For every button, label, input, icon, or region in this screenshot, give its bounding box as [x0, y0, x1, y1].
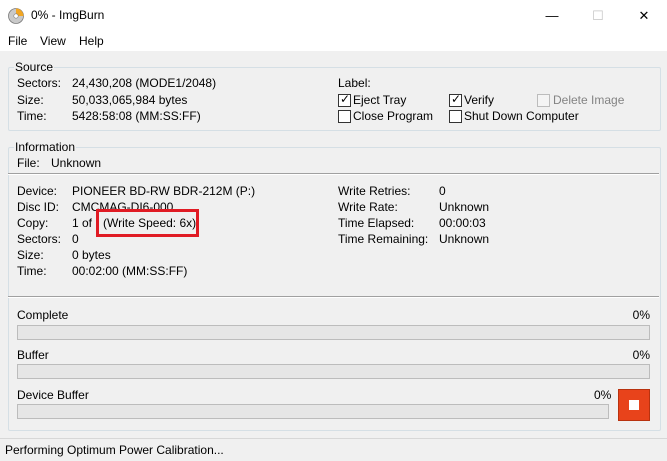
- maximize-icon: ☐: [592, 8, 604, 23]
- delete-image-checkbox[interactable]: [537, 94, 550, 107]
- shut-down-computer-label[interactable]: Shut Down Computer: [464, 109, 579, 123]
- label-label: Label:: [338, 76, 371, 90]
- minimize-button[interactable]: —: [529, 0, 575, 31]
- imgburn-disc-icon: [8, 8, 24, 24]
- info-file-value: Unknown: [51, 156, 102, 170]
- source-time-label: Time:: [17, 109, 47, 123]
- device-buffer-percent: 0%: [594, 388, 612, 402]
- checkmark-icon: ✓: [340, 92, 351, 106]
- sectors-value: 0: [72, 232, 79, 246]
- disc-id-label: Disc ID:: [17, 200, 59, 214]
- time-remaining-value: Unknown: [439, 232, 490, 246]
- menu-view[interactable]: View: [40, 34, 66, 48]
- verify-label[interactable]: Verify: [464, 93, 494, 107]
- write-speed-highlight-box: [96, 209, 199, 237]
- close-program-label[interactable]: Close Program: [353, 109, 433, 123]
- source-time-value: 5428:58:08 (MM:SS:FF): [72, 109, 201, 123]
- menu-file[interactable]: File: [8, 34, 27, 48]
- title-bar[interactable]: 0% - ImgBurn — ☐ ✕: [0, 0, 667, 31]
- buffer-label: Buffer: [17, 348, 49, 362]
- complete-label: Complete: [17, 308, 69, 322]
- close-button[interactable]: ✕: [621, 0, 667, 31]
- stop-icon: [629, 400, 639, 410]
- separator: [8, 296, 659, 298]
- size-label: Size:: [17, 248, 44, 262]
- menu-bar: File View Help: [0, 31, 667, 51]
- maximize-button[interactable]: ☐: [575, 0, 621, 31]
- stop-button[interactable]: [618, 389, 650, 421]
- time-value: 00:02:00 (MM:SS:FF): [72, 264, 188, 278]
- eject-tray-checkbox[interactable]: ✓: [338, 92, 351, 107]
- close-icon: ✕: [638, 8, 650, 23]
- buffer-percent: 0%: [632, 348, 650, 362]
- device-value: PIONEER BD-RW BDR-212M (P:): [72, 184, 256, 198]
- close-program-checkbox[interactable]: [338, 110, 351, 123]
- status-bar: Performing Optimum Power Calibration...: [0, 438, 667, 461]
- source-sectors-label: Sectors:: [17, 76, 62, 90]
- time-remaining-label: Time Remaining:: [338, 232, 429, 246]
- delete-image-label: Delete Image: [553, 93, 625, 107]
- verify-checkbox[interactable]: ✓: [449, 92, 462, 107]
- shut-down-computer-checkbox[interactable]: [449, 110, 462, 123]
- time-elapsed-value: 00:00:03: [439, 216, 486, 230]
- source-size-value: 50,033,065,984 bytes: [72, 93, 188, 107]
- write-rate-label: Write Rate:: [338, 200, 398, 214]
- time-label: Time:: [17, 264, 47, 278]
- device-label: Device:: [17, 184, 58, 198]
- eject-tray-label[interactable]: Eject Tray: [353, 93, 406, 107]
- time-elapsed-label: Time Elapsed:: [338, 216, 415, 230]
- copy-value: 1 of: [72, 216, 93, 230]
- sectors-label: Sectors:: [17, 232, 62, 246]
- complete-percent: 0%: [632, 308, 650, 322]
- copy-label: Copy:: [17, 216, 49, 230]
- checkmark-icon: ✓: [451, 92, 462, 106]
- device-buffer-label: Device Buffer: [17, 388, 89, 402]
- write-retries-label: Write Retries:: [338, 184, 411, 198]
- window-title: 0% - ImgBurn: [31, 8, 105, 22]
- information-group-title: Information: [14, 140, 77, 154]
- device-buffer-progress-bar: [17, 404, 609, 419]
- source-sectors-value: 24,430,208 (MODE1/2048): [72, 76, 217, 90]
- buffer-progress-bar: [17, 364, 650, 379]
- status-text: Performing Optimum Power Calibration...: [5, 443, 224, 457]
- complete-progress-bar: [17, 325, 650, 340]
- menu-help[interactable]: Help: [79, 34, 104, 48]
- source-size-label: Size:: [17, 93, 44, 107]
- separator: [8, 173, 659, 175]
- source-group-title: Source: [14, 60, 55, 74]
- write-retries-value: 0: [439, 184, 446, 198]
- write-rate-value: Unknown: [439, 200, 490, 214]
- minimize-icon: —: [545, 8, 559, 23]
- info-file-label: File:: [17, 156, 40, 170]
- size-value: 0 bytes: [72, 248, 111, 262]
